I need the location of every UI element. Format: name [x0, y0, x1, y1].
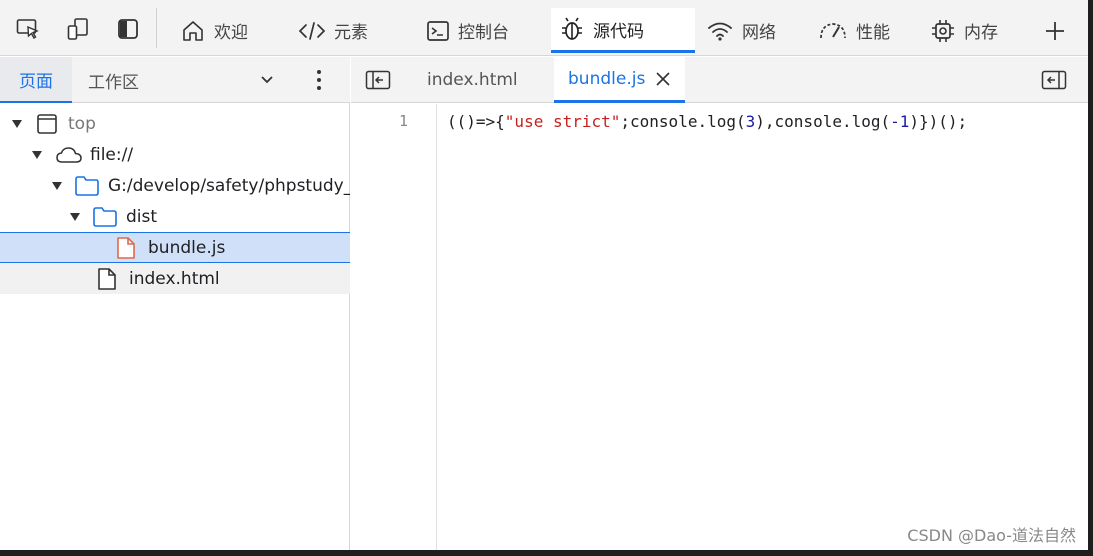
- code-punct: (()=>{: [447, 112, 505, 131]
- code-punct: ),console.log(: [755, 112, 891, 131]
- tree-item-top[interactable]: top: [0, 108, 350, 139]
- home-icon: [183, 20, 203, 41]
- tree-item-index-html[interactable]: index.html: [0, 263, 350, 294]
- more-vertical-icon[interactable]: [308, 67, 330, 93]
- tree-item-label: bundle.js: [148, 237, 226, 258]
- editor-tab-index-html[interactable]: index.html: [413, 57, 532, 103]
- devtools-window: 欢迎 元素 控制台 源代码 网络 性能 内存 页面 工作区 top file:/…: [0, 0, 1088, 550]
- toolbar-divider: [156, 8, 157, 48]
- js-file-icon: [116, 236, 136, 260]
- file-navigator: 页面 工作区 top file:// G:/develop/safety/php…: [0, 57, 350, 550]
- plus-icon: [1046, 22, 1064, 40]
- tree-item-project-folder[interactable]: G:/develop/safety/phpstudy_: [0, 170, 350, 201]
- expand-triangle-icon[interactable]: [70, 212, 80, 222]
- tab-label: 网络: [742, 23, 776, 43]
- tree-item-file-scheme[interactable]: file://: [0, 139, 350, 170]
- tab-label: 控制台: [458, 23, 509, 43]
- editor-tab-bar: index.html bundle.js: [351, 57, 1088, 103]
- tree-item-label: top: [68, 113, 96, 134]
- tree-item-label: index.html: [129, 268, 220, 289]
- code-line[interactable]: (()=>{"use strict";console.log(3),consol…: [447, 112, 967, 131]
- tab-workspace[interactable]: 工作区: [84, 57, 143, 103]
- code-punct: ;console.log(: [620, 112, 746, 131]
- tree-item-label: file://: [90, 144, 134, 165]
- code-tag-icon: [298, 21, 326, 40]
- chip-icon: [932, 19, 954, 42]
- expand-triangle-icon[interactable]: [12, 119, 22, 129]
- folder-icon: [74, 175, 100, 197]
- inspect-element-icon[interactable]: [14, 15, 42, 43]
- console-icon: [427, 20, 449, 41]
- wifi-icon: [708, 22, 732, 41]
- tree-item-label: G:/develop/safety/phpstudy_: [108, 175, 350, 196]
- folder-icon: [92, 206, 118, 228]
- tab-network[interactable]: 网络: [698, 8, 784, 53]
- top-tab-bar: 欢迎 元素 控制台 源代码 网络 性能 内存: [0, 0, 1088, 56]
- tab-memory[interactable]: 内存: [922, 8, 1006, 53]
- tree-item-dist-folder[interactable]: dist: [0, 201, 350, 232]
- code-punct: )})();: [909, 112, 968, 131]
- chevron-down-icon[interactable]: [256, 69, 278, 91]
- tab-label: 性能: [856, 23, 890, 43]
- toggle-debugger-icon[interactable]: [1041, 69, 1067, 91]
- close-icon[interactable]: [655, 71, 671, 87]
- navigator-header: 页面 工作区: [0, 57, 350, 103]
- editor-tab-label: index.html: [427, 70, 518, 90]
- line-number-gutter: 1: [351, 104, 437, 550]
- tab-label: 源代码: [593, 21, 644, 42]
- toggle-navigator-icon[interactable]: [365, 69, 391, 91]
- expand-triangle-icon[interactable]: [52, 181, 62, 191]
- tab-sources[interactable]: 源代码: [551, 8, 695, 53]
- expand-triangle-icon[interactable]: [32, 150, 42, 160]
- editor-tab-bundle-js[interactable]: bundle.js: [554, 57, 686, 103]
- watermark: CSDN @Dao-道法自然: [907, 526, 1076, 545]
- tab-label: 内存: [964, 23, 998, 43]
- file-icon: [97, 267, 117, 291]
- tab-label: 页面: [19, 71, 53, 92]
- tab-elements[interactable]: 元素: [290, 8, 376, 53]
- editor-tab-label: bundle.js: [568, 68, 646, 89]
- bug-icon: [562, 17, 582, 40]
- tab-welcome[interactable]: 欢迎: [172, 8, 256, 53]
- code-string: "use strict": [504, 112, 621, 131]
- cloud-icon: [56, 146, 82, 164]
- tree-item-bundle-js[interactable]: bundle.js: [0, 232, 350, 263]
- frame-icon: [36, 113, 58, 135]
- line-number: 1: [398, 112, 408, 130]
- tab-console[interactable]: 控制台: [418, 8, 517, 53]
- dock-side-icon[interactable]: [114, 15, 142, 43]
- tree-item-label: dist: [126, 206, 158, 227]
- add-tab-button[interactable]: [1040, 16, 1070, 46]
- source-editor: index.html bundle.js 1 (()=>{"use strict…: [351, 57, 1088, 550]
- device-toolbar-icon[interactable]: [64, 15, 92, 43]
- tab-label: 欢迎: [214, 23, 248, 43]
- tab-label: 工作区: [88, 72, 139, 93]
- code-number: 3: [745, 112, 756, 131]
- tab-performance[interactable]: 性能: [810, 8, 898, 53]
- gauge-icon: [820, 22, 846, 38]
- tab-label: 元素: [334, 23, 368, 43]
- tab-page[interactable]: 页面: [0, 57, 72, 103]
- code-number: -1: [890, 112, 910, 131]
